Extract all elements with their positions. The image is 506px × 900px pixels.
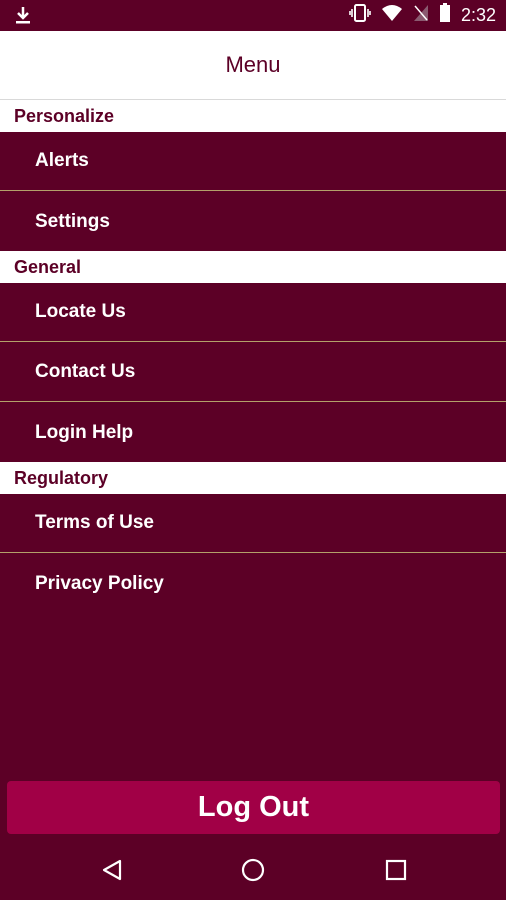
wifi-icon: [381, 4, 403, 27]
menu-item-label: Login Help: [35, 421, 134, 443]
status-bar: 2:32: [0, 0, 506, 31]
section-header-personalize: Personalize: [0, 100, 506, 132]
header: Menu: [0, 31, 506, 101]
menu-item-label: Locate Us: [35, 301, 126, 322]
back-icon[interactable]: [96, 854, 128, 886]
battery-icon: [439, 3, 451, 28]
menu-item-contact-us[interactable]: Contact Us: [0, 343, 506, 402]
menu-item-label: Terms of Use: [35, 512, 154, 533]
menu-item-locate-us[interactable]: Locate Us: [0, 283, 506, 342]
home-icon[interactable]: [237, 854, 269, 886]
vibrate-icon: [349, 4, 371, 27]
navigation-bar: [0, 840, 506, 900]
menu-item-label: Contact Us: [35, 361, 136, 382]
recents-icon[interactable]: [380, 854, 412, 886]
menu-item-privacy-policy[interactable]: Privacy Policy: [0, 554, 506, 613]
menu-item-label: Privacy Policy: [35, 572, 164, 594]
menu-item-terms-of-use[interactable]: Terms of Use: [0, 494, 506, 553]
status-time: 2:32: [460, 5, 496, 25]
menu-item-alerts[interactable]: Alerts: [0, 132, 506, 191]
menu-item-settings[interactable]: Settings: [0, 192, 506, 251]
logout-button[interactable]: Log Out: [7, 781, 500, 834]
menu-item-login-help[interactable]: Login Help: [0, 403, 506, 462]
section-header-general: General: [0, 251, 506, 283]
section-header-regulatory: Regulatory: [0, 462, 506, 494]
menu-item-label: Alerts: [35, 150, 89, 171]
page-title: Menu: [225, 52, 281, 77]
menu-item-label: Settings: [35, 210, 110, 232]
download-icon: [14, 5, 32, 30]
no-signal-icon: [413, 4, 429, 27]
